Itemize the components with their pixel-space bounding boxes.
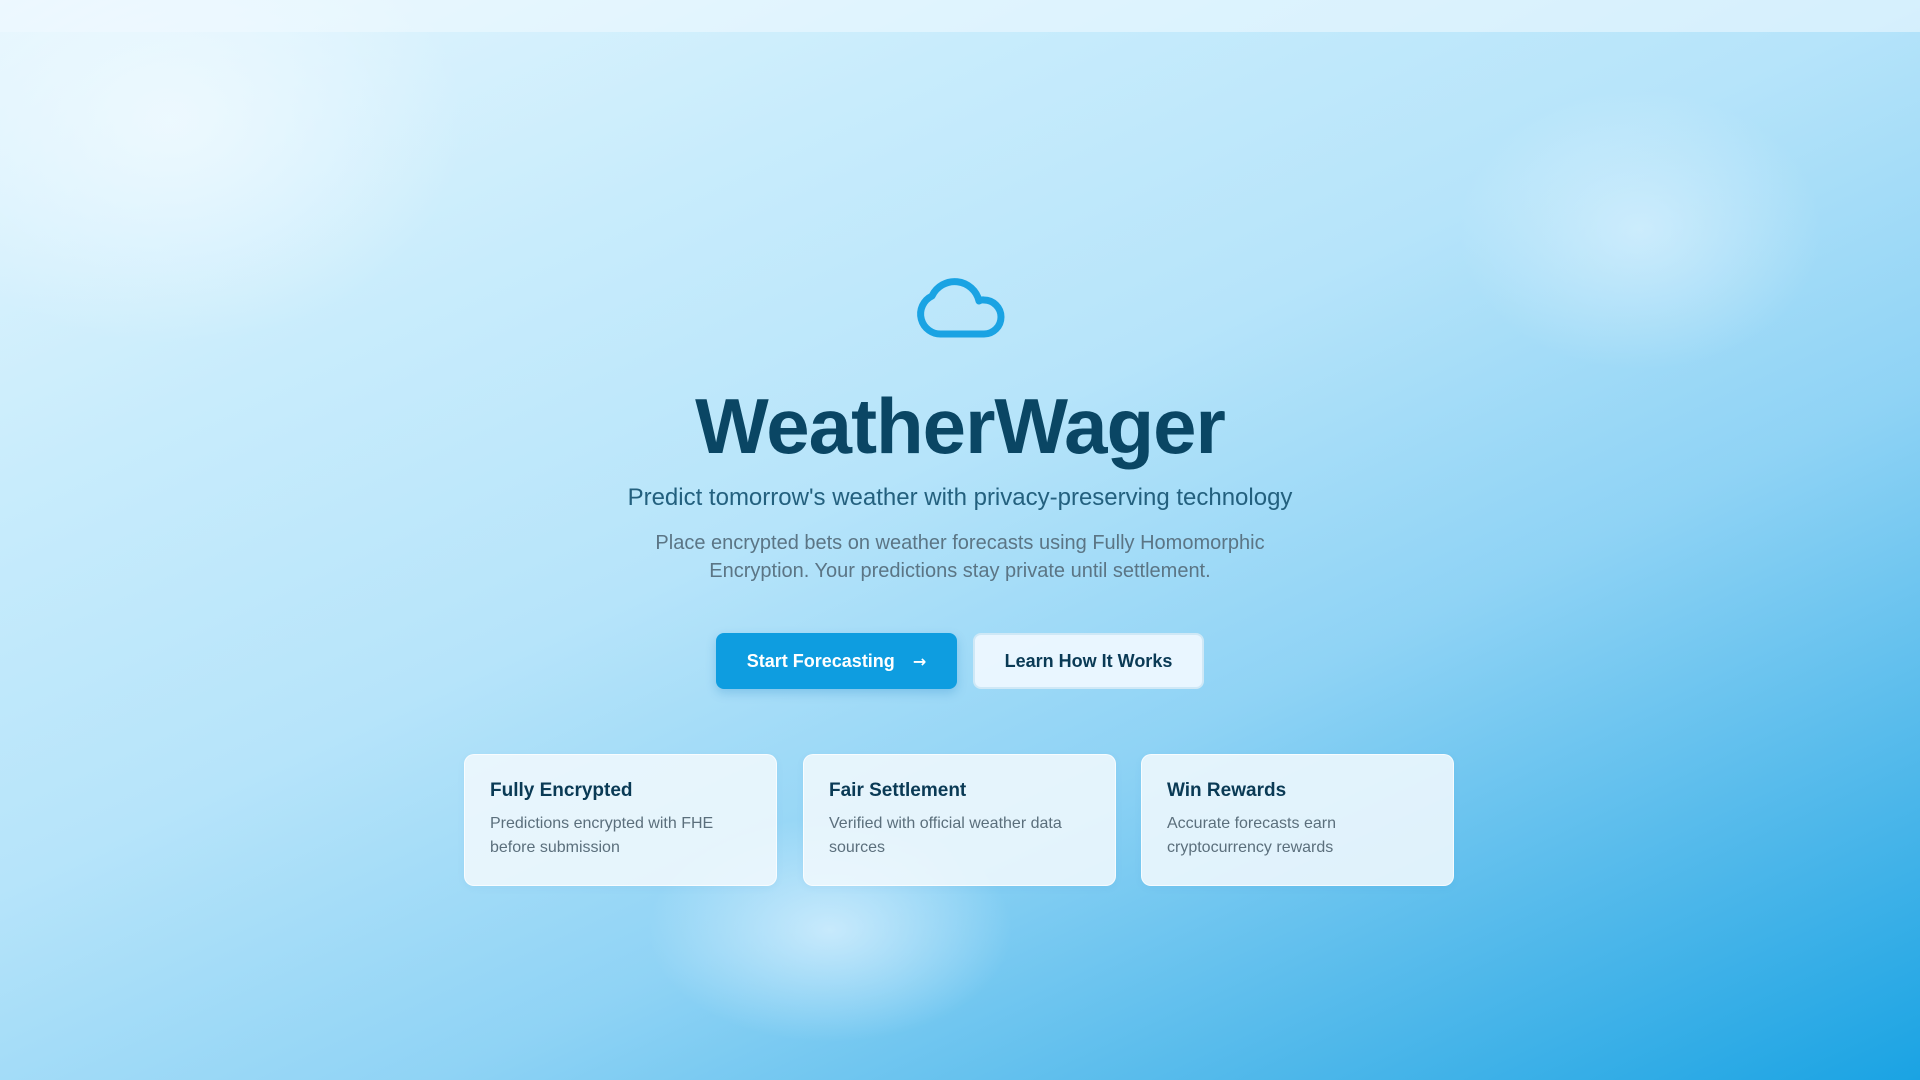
feature-card-title: Fully Encrypted xyxy=(490,780,633,801)
top-bar xyxy=(0,0,1920,32)
feature-card-title: Win Rewards xyxy=(1167,780,1287,801)
arrow-right-icon: → xyxy=(912,651,927,671)
cloud-icon xyxy=(917,278,1005,338)
feature-card-text: Accurate forecasts earn cryptocurrency r… xyxy=(1167,815,1336,856)
feature-card-text: Verified with official weather data sour… xyxy=(829,815,1062,856)
start-forecasting-label: Start Forecasting xyxy=(746,650,895,671)
feature-card-fully-encrypted: Fully Encrypted Predictions encrypted wi… xyxy=(464,754,777,886)
feature-card-text: Predictions encrypted with FHE before su… xyxy=(490,815,714,856)
page-subtitle: Predict tomorrow's weather with privacy-… xyxy=(627,484,1293,511)
feature-card-win-rewards: Win Rewards Accurate forecasts earn cryp… xyxy=(1141,754,1454,886)
feature-card-title: Fair Settlement xyxy=(829,780,967,801)
page-description: Place encrypted bets on weather forecast… xyxy=(655,532,1265,582)
page-title: WeatherWager xyxy=(695,382,1226,470)
learn-how-it-works-button[interactable]: Learn How It Works xyxy=(973,633,1204,689)
start-forecasting-button[interactable]: Start Forecasting → xyxy=(716,633,957,689)
feature-card-fair-settlement: Fair Settlement Verified with official w… xyxy=(803,754,1116,886)
